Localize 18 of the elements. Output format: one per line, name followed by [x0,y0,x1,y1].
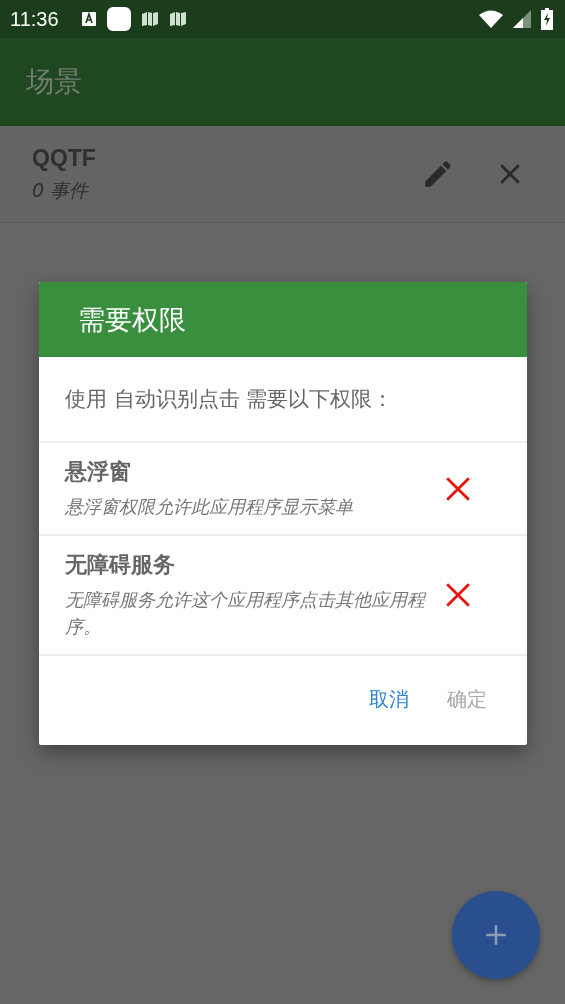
app-title: 场景 [26,64,82,100]
battery-charging-icon [541,8,553,30]
permission-description: 悬浮窗权限允许此应用程序显示菜单 [65,495,354,519]
permission-name: 悬浮窗 [65,458,132,486]
dialog-button[interactable]: 取消 [359,682,419,717]
app-notification-icon [106,7,131,31]
map-notification-icon [168,11,187,27]
add-button[interactable] [452,891,540,979]
dialog-title: 需要权限 [78,302,186,337]
map-notification-icon [140,11,159,27]
clock-time: 11:36 [10,7,59,31]
font-notification-icon [80,11,97,27]
dialog-message: 使用 自动识别点击 需要以下权限： [39,357,527,443]
permission-description: 无障碍服务允许这个应用程序点击其他应用程序。 [65,588,425,639]
plus-icon [483,922,509,948]
signal-icon [513,10,531,28]
wifi-icon [479,10,503,28]
permission-name: 无障碍服务 [65,551,176,579]
